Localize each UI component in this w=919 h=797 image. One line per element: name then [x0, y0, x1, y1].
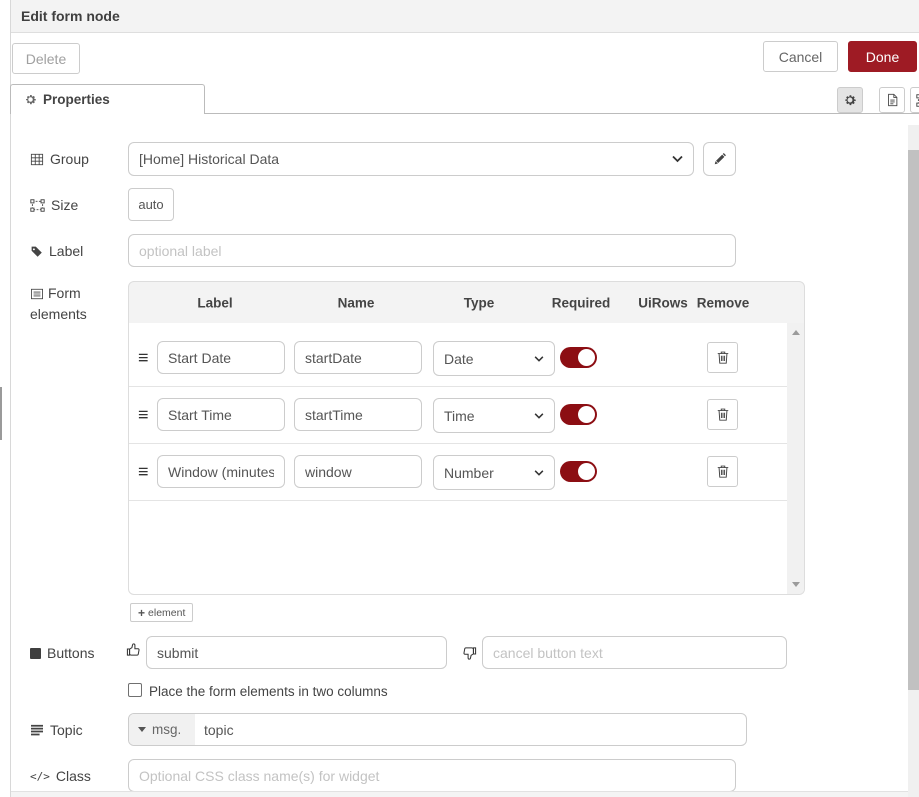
list-alt-icon [30, 288, 44, 300]
drag-handle-icon[interactable]: ≡ [138, 405, 149, 426]
dialog-left-border [10, 0, 11, 797]
element-name-input[interactable] [294, 455, 422, 488]
element-type-value: Time [444, 408, 475, 424]
form-element-row: ≡ Time [129, 387, 787, 444]
required-toggle[interactable] [560, 461, 597, 482]
element-type-select[interactable]: Time [433, 398, 555, 433]
group-field-label: Group [30, 151, 89, 167]
chevron-down-icon [672, 156, 683, 163]
bars-icon [30, 724, 44, 736]
typed-input-type-label: msg. [152, 722, 181, 737]
required-toggle[interactable] [560, 404, 597, 425]
form-elements-list: ≡ Date ≡ Time [128, 323, 805, 595]
editor-edge-fragment [0, 387, 2, 440]
buttons-field-label: Buttons [30, 645, 94, 661]
form-elements-header: Label Name Type Required UiRows Remove [128, 281, 805, 325]
remove-element-button[interactable] [707, 399, 738, 430]
caret-down-icon [138, 727, 146, 732]
edit-form-node-dialog: Edit form node Delete Cancel Done Proper… [0, 0, 919, 797]
element-label-input[interactable] [157, 398, 285, 431]
col-type: Type [464, 296, 495, 311]
file-icon [886, 93, 899, 107]
chevron-down-icon [534, 413, 544, 419]
cancel-button-text-input[interactable] [482, 636, 787, 669]
remove-element-button[interactable] [707, 456, 738, 487]
plus-icon: + [138, 606, 145, 620]
form-elements-label: Form elements [30, 283, 112, 325]
chevron-down-icon [534, 356, 544, 362]
object-group-icon [916, 94, 919, 107]
element-type-select[interactable]: Date [433, 341, 555, 376]
table-icon [30, 153, 44, 166]
dialog-title: Edit form node [21, 8, 120, 24]
label-input[interactable] [128, 234, 736, 267]
done-button[interactable]: Done [848, 41, 917, 72]
scroll-up-icon[interactable] [792, 330, 800, 335]
drag-handle-icon[interactable]: ≡ [138, 348, 149, 369]
label-field-label: Label [30, 243, 83, 259]
cancel-button[interactable]: Cancel [763, 41, 838, 72]
square-icon [30, 648, 41, 659]
trash-icon [716, 464, 730, 479]
code-icon: </> [30, 770, 50, 783]
tab-properties[interactable]: Properties [10, 84, 205, 114]
gear-icon [843, 93, 857, 107]
trash-icon [716, 407, 730, 422]
size-button[interactable]: auto [128, 188, 174, 221]
col-uirows: UiRows [638, 296, 688, 311]
two-columns-label: Place the form elements in two columns [149, 684, 388, 699]
group-select[interactable]: [Home] Historical Data [128, 142, 694, 176]
element-type-value: Date [444, 351, 474, 367]
topic-typed-input[interactable]: msg. topic [128, 713, 747, 746]
element-type-value: Number [444, 465, 494, 481]
element-label-input[interactable] [157, 341, 285, 374]
submit-button-text-input[interactable] [146, 636, 447, 669]
topic-value[interactable]: topic [195, 714, 234, 745]
class-input[interactable] [128, 759, 736, 792]
thumbs-down-icon [462, 646, 477, 661]
required-toggle[interactable] [560, 347, 597, 368]
typed-input-type-button[interactable]: msg. [129, 714, 195, 745]
col-name: Name [338, 296, 375, 311]
element-label-input[interactable] [157, 455, 285, 488]
edit-group-button[interactable] [703, 142, 736, 176]
group-select-value: [Home] Historical Data [139, 151, 279, 167]
chevron-down-icon [534, 470, 544, 476]
list-scrollbar[interactable] [787, 323, 804, 594]
form-element-row: ≡ Date [129, 330, 787, 387]
next-section-edge [11, 791, 919, 797]
col-remove: Remove [697, 296, 750, 311]
two-columns-checkbox[interactable] [128, 683, 142, 697]
topic-field-label: Topic [30, 722, 83, 738]
thumbs-up-icon [126, 642, 141, 657]
tab-properties-label: Properties [43, 92, 110, 107]
properties-tab-button[interactable] [837, 87, 863, 113]
dialog-header: Edit form node [11, 0, 919, 33]
appearance-tab-button[interactable] [910, 87, 919, 113]
element-name-input[interactable] [294, 398, 422, 431]
col-label: Label [197, 296, 232, 311]
class-field-label: </> Class [30, 768, 91, 784]
delete-button[interactable]: Delete [12, 43, 80, 74]
gear-icon [24, 93, 37, 106]
add-element-button[interactable]: + element [130, 603, 193, 622]
remove-element-button[interactable] [707, 342, 738, 373]
form-element-row: ≡ Number [129, 444, 787, 501]
col-required: Required [552, 296, 611, 311]
tag-icon [30, 245, 43, 258]
scroll-down-icon[interactable] [792, 582, 800, 587]
element-name-input[interactable] [294, 341, 422, 374]
page-scrollbar-thumb[interactable] [908, 150, 919, 690]
size-field-label: Size [30, 197, 78, 213]
drag-handle-icon[interactable]: ≡ [138, 462, 149, 483]
element-type-select[interactable]: Number [433, 455, 555, 490]
form-elements-table: Label Name Type Required UiRows Remove ≡… [128, 281, 805, 595]
description-tab-button[interactable] [879, 87, 905, 113]
pencil-icon [713, 152, 727, 166]
object-size-icon [30, 199, 45, 212]
trash-icon [716, 350, 730, 365]
